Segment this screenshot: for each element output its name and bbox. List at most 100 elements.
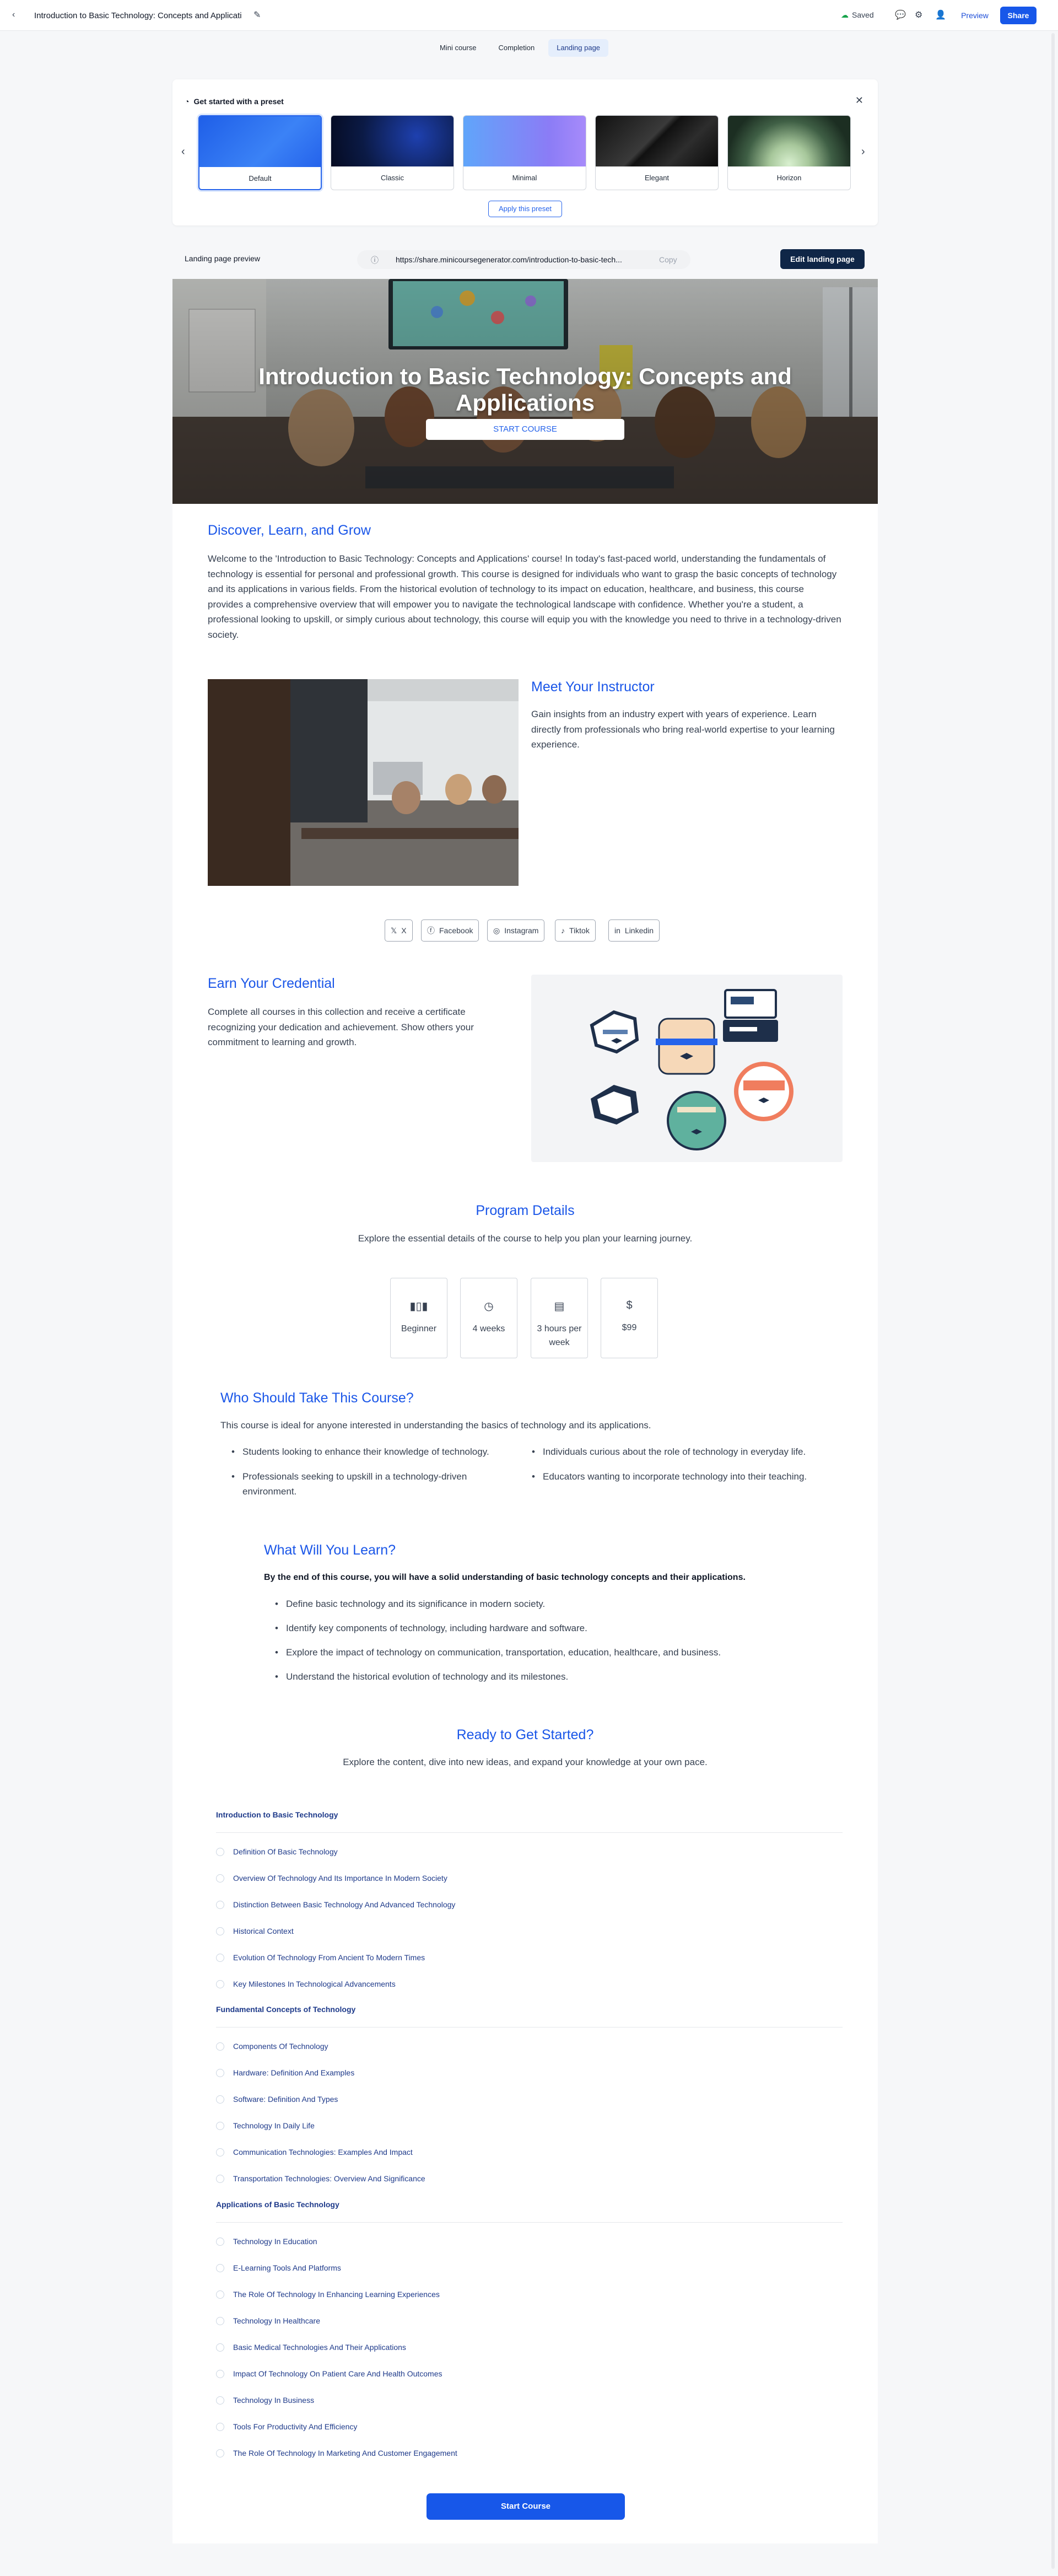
lesson-title: Distinction Between Basic Technology And…: [233, 1900, 456, 1909]
lesson-status-circle: [216, 1874, 224, 1883]
scrollbar-thumb[interactable]: [1051, 33, 1055, 2569]
lesson-item[interactable]: Overview Of Technology And Its Importanc…: [216, 1874, 447, 1883]
facebook-icon: ⓕ: [427, 926, 435, 935]
top-bar: ‹ Introduction to Basic Technology: Conc…: [0, 0, 1058, 31]
preset-tile-elegant[interactable]: Elegant: [595, 115, 719, 190]
share-url-field[interactable]: ⓘ https://share.minicoursegenerator.com/…: [357, 250, 690, 269]
list-item: Individuals curious about the role of te…: [532, 1444, 840, 1459]
lesson-item[interactable]: Technology In Daily Life: [216, 2121, 315, 2130]
badges-illustration: [531, 975, 843, 1162]
lesson-item[interactable]: Technology In Healthcare: [216, 2316, 320, 2325]
chevron-left-icon[interactable]: ‹: [181, 146, 185, 158]
lesson-status-circle: [216, 2095, 224, 2104]
preset-tile-label: Minimal: [512, 174, 537, 182]
credential-heading: Earn Your Credential: [208, 976, 335, 991]
preset-tile-minimal[interactable]: Minimal: [463, 115, 586, 190]
lesson-item[interactable]: The Role Of Technology In Marketing And …: [216, 2449, 457, 2457]
start-course-button[interactable]: Start Course: [427, 2493, 625, 2520]
share-tiktok-button[interactable]: ♪ Tiktok: [555, 919, 596, 942]
share-url-text[interactable]: https://share.minicoursegenerator.com/in…: [396, 255, 644, 264]
lesson-status-circle: [216, 2264, 224, 2272]
preset-thumb: [331, 116, 454, 166]
lesson-status-circle: [216, 2423, 224, 2431]
stat-value: 3 hours per week: [537, 1324, 582, 1347]
lesson-item[interactable]: The Role Of Technology In Enhancing Lear…: [216, 2290, 440, 2299]
hero-start-course-button[interactable]: START COURSE: [426, 419, 624, 440]
preset-tile-label: Default: [249, 174, 272, 182]
lesson-title: Communication Technologies: Examples And…: [233, 2148, 413, 2156]
preset-tile-classic[interactable]: Classic: [331, 115, 454, 190]
bar-chart-icon: ▮▯▮: [409, 1300, 428, 1313]
lesson-title: Key Milestones In Technological Advancem…: [233, 1980, 396, 1988]
lesson-title: Technology In Business: [233, 2396, 315, 2405]
lesson-item[interactable]: Definition Of Basic Technology: [216, 1847, 338, 1856]
share-x-label: X: [401, 926, 407, 935]
tab-completion[interactable]: Completion: [490, 39, 543, 57]
chevron-right-icon[interactable]: ›: [861, 146, 865, 158]
share-x-button[interactable]: 𝕏X: [385, 919, 413, 942]
lesson-status-circle: [216, 2175, 224, 2183]
palette-icon: ◔: [185, 97, 190, 106]
share-instagram-label: Instagram: [504, 926, 539, 935]
preset-panel: ◔ Get started with a preset ✕ ‹ › Default…: [172, 79, 878, 225]
lesson-item[interactable]: Technology In Education: [216, 2237, 317, 2246]
tiktok-icon: ♪: [561, 926, 565, 935]
share-button[interactable]: Share: [1000, 7, 1037, 24]
view-tabs: Mini course Completion Landing page: [431, 39, 609, 58]
lesson-item[interactable]: Transportation Technologies: Overview An…: [216, 2174, 425, 2183]
stat-value: $99: [622, 1323, 637, 1332]
back-icon[interactable]: ‹: [12, 10, 15, 20]
lesson-item[interactable]: Technology In Business: [216, 2396, 314, 2405]
preview-button[interactable]: Preview: [957, 7, 993, 24]
lesson-item[interactable]: Historical Context: [216, 1927, 294, 1935]
edit-title-pencil-icon[interactable]: ✎: [253, 9, 261, 20]
share-linkedin-button[interactable]: in Linkedin: [608, 919, 660, 942]
share-tiktok-label: Tiktok: [569, 926, 590, 935]
preset-tile-label: Elegant: [644, 174, 670, 182]
tab-landing-page[interactable]: Landing page: [548, 39, 609, 57]
lesson-item[interactable]: Evolution Of Technology From Ancient To …: [216, 1953, 425, 1962]
lesson-title: Technology In Education: [233, 2237, 317, 2246]
preset-tile-horizon[interactable]: Horizon: [727, 115, 851, 190]
program-heading: Program Details: [476, 1203, 575, 1218]
lesson-title: Software: Definition And Types: [233, 2095, 338, 2104]
lesson-status-circle: [216, 2238, 224, 2246]
lesson-item[interactable]: E-Learning Tools And Platforms: [216, 2263, 341, 2272]
x-logo-icon: 𝕏: [391, 926, 397, 935]
course-title: Introduction to Basic Technology: Concep…: [34, 11, 242, 20]
instructor-body: Gain insights from an industry expert wi…: [531, 709, 835, 750]
learn-heading: What Will You Learn?: [264, 1542, 396, 1558]
apply-preset-button[interactable]: Apply this preset: [488, 201, 562, 217]
lesson-item[interactable]: Software: Definition And Types: [216, 2095, 338, 2104]
lesson-item[interactable]: Impact Of Technology On Patient Care And…: [216, 2369, 442, 2378]
list-item: Identify key components of technology, i…: [275, 1621, 798, 1636]
user-icon[interactable]: 👤: [935, 9, 946, 20]
comment-icon[interactable]: 💬: [895, 9, 906, 20]
lesson-title: Components Of Technology: [233, 2042, 328, 2051]
lesson-item[interactable]: Components Of Technology: [216, 2042, 328, 2051]
lesson-item[interactable]: Key Milestones In Technological Advancem…: [216, 1980, 396, 1988]
lesson-item[interactable]: Basic Medical Technologies And Their App…: [216, 2343, 406, 2352]
edit-landing-page-button[interactable]: Edit landing page: [780, 249, 865, 269]
linkedin-icon: in: [614, 926, 620, 935]
saved-status: ☁ Saved: [841, 10, 874, 20]
lesson-item[interactable]: Distinction Between Basic Technology And…: [216, 1900, 455, 1909]
list-item: Understand the historical evolution of t…: [275, 1669, 798, 1684]
landing-preview-label: Landing page preview: [185, 254, 260, 263]
copy-url-button[interactable]: Copy: [659, 255, 677, 264]
lesson-status-circle: [216, 2290, 224, 2299]
share-instagram-button[interactable]: ◎ Instagram: [487, 919, 545, 942]
preset-tile-default[interactable]: Default: [198, 115, 322, 190]
ready-subtitle: Explore the content, dive into new ideas…: [343, 1757, 708, 1767]
gear-icon[interactable]: ⚙: [915, 9, 922, 20]
list-item: Explore the impact of technology on comm…: [275, 1645, 798, 1660]
lesson-item[interactable]: Tools For Productivity And Efficiency: [216, 2422, 357, 2431]
lesson-item[interactable]: Hardware: Definition And Examples: [216, 2068, 354, 2077]
tab-mini-course[interactable]: Mini course: [431, 39, 484, 57]
share-facebook-button[interactable]: ⓕ Facebook: [421, 919, 479, 942]
lesson-status-circle: [216, 2449, 224, 2457]
lesson-item[interactable]: Communication Technologies: Examples And…: [216, 2148, 413, 2156]
close-icon[interactable]: ✕: [855, 95, 863, 106]
instructor-heading: Meet Your Instructor: [531, 679, 655, 695]
page-scrollbar[interactable]: [1050, 33, 1056, 2569]
